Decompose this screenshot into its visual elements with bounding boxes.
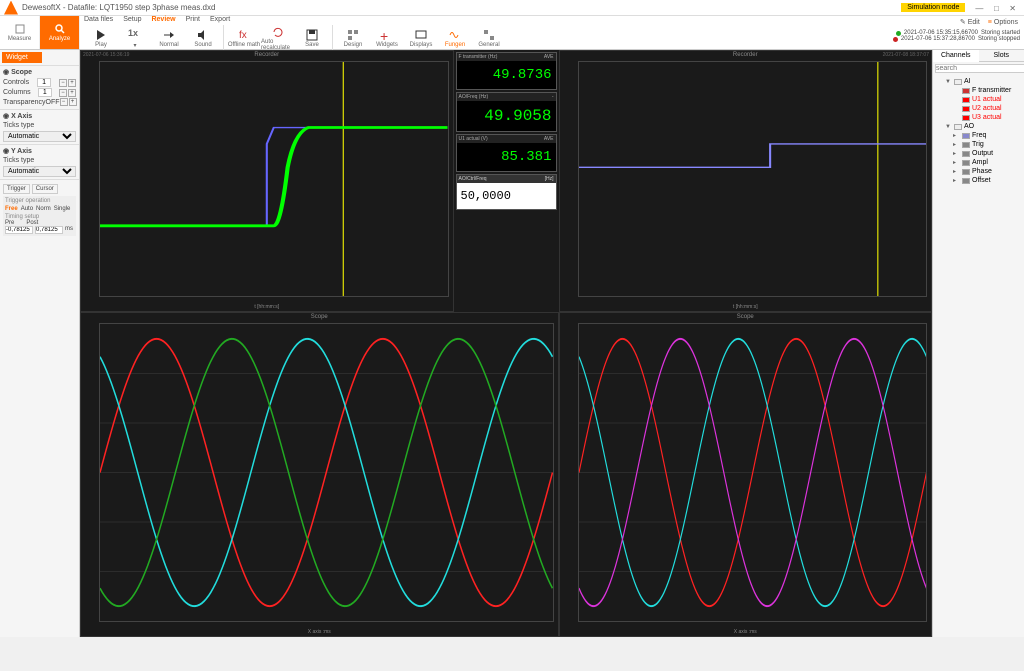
channel-panel: Channels Slots 🔍 ▾ ▼AIF transmitterU1 ac… <box>932 50 1024 637</box>
tab-measure[interactable]: Measure <box>0 16 40 49</box>
displays-button[interactable]: Displays <box>404 28 438 48</box>
speed-button[interactable]: 1x▾ <box>118 28 152 49</box>
left-panel: Widget ◉ Scope Controls−+ Columns−+ Tran… <box>0 50 80 637</box>
xaxis-header[interactable]: ◉ X Axis <box>3 112 76 120</box>
pre-input[interactable] <box>5 226 33 234</box>
subtab-setup[interactable]: Setup <box>123 16 141 27</box>
step-icon <box>162 28 176 42</box>
plus-icon: + <box>380 28 394 42</box>
general-button[interactable]: General <box>472 28 506 48</box>
scope-chart-2[interactable]: Scope X axis :ms <box>559 312 933 637</box>
recalc-icon <box>271 25 285 39</box>
tree-item[interactable]: F transmitter <box>935 86 1022 95</box>
tab-analyze[interactable]: Analyze <box>40 16 80 49</box>
window-controls: — □ ✕ <box>971 3 1020 13</box>
offline-math-button[interactable]: fxOffline math <box>227 28 261 48</box>
status-dot-started-icon <box>896 31 901 36</box>
options-button[interactable]: ≡ Options <box>988 16 1018 28</box>
search-input[interactable] <box>935 64 1024 73</box>
status-log: 2021-07-06 15:35:15,66700 Storing starte… <box>889 28 1024 44</box>
subtab-print[interactable]: Print <box>186 16 200 27</box>
chart-area: 2021-07-06 15:36:19 Recorder t [hh:mm:s]… <box>80 50 932 637</box>
math-icon: fx <box>237 28 251 42</box>
cursor-tab[interactable]: Cursor <box>32 184 58 194</box>
subtab-export[interactable]: Export <box>210 16 230 27</box>
trig-single[interactable]: Single <box>54 206 71 212</box>
play-button[interactable]: Play <box>84 28 118 48</box>
trans-plus[interactable]: + <box>69 98 77 106</box>
titlebar: DewesoftX - Datafile: LQT1950 step 3phas… <box>0 0 1024 16</box>
yaxis-header[interactable]: ◉ Y Axis <box>3 147 76 155</box>
controls-input[interactable] <box>37 78 51 87</box>
trans-minus[interactable]: − <box>60 98 68 106</box>
trigger-tab[interactable]: Trigger <box>3 184 30 194</box>
xaxis-ticks-select[interactable]: Automatic <box>3 131 76 142</box>
yaxis-ticks-select[interactable]: Automatic <box>3 166 76 177</box>
tree-item[interactable]: ▸Trig <box>935 140 1022 149</box>
sound-button[interactable]: Sound <box>186 28 220 48</box>
fungen-button[interactable]: Fungen <box>438 28 472 48</box>
tab-channels[interactable]: Channels <box>933 50 979 62</box>
app-logo-icon <box>4 1 18 15</box>
columns-plus[interactable]: + <box>68 89 76 97</box>
recorder-chart-1[interactable]: 2021-07-06 15:36:19 Recorder t [hh:mm:s] <box>80 50 454 312</box>
tree-item[interactable]: U1 actual <box>935 95 1022 104</box>
meter-ftransmitter[interactable]: F transmitter (Hz)AVE49.8736 <box>456 52 557 90</box>
tree-item[interactable]: ▸Ampl <box>935 158 1022 167</box>
controls-minus[interactable]: − <box>59 79 67 87</box>
recorder-chart-2[interactable]: Recorder 2021-07-08 18:37:07 t [hh:mm:s] <box>559 50 933 312</box>
scope-chart-1[interactable]: Scope X axis :ms <box>80 312 559 637</box>
tree-item[interactable]: ▸Phase <box>935 167 1022 176</box>
design-icon <box>346 28 360 42</box>
tree-item[interactable]: ▸Output <box>935 149 1022 158</box>
meter-u1actual[interactable]: U1 actual (V)AVE85.381 <box>456 134 557 172</box>
auto-recalc-button[interactable]: Auto recalculate <box>261 25 295 51</box>
tree-item[interactable]: U3 actual <box>935 113 1022 122</box>
svg-text:fx: fx <box>239 30 247 41</box>
subtab-datafiles[interactable]: Data files <box>84 16 113 27</box>
subtab-review[interactable]: Review <box>151 16 175 27</box>
meter-aofreq[interactable]: AO/Freq (Hz)-49.9058 <box>456 92 557 132</box>
tree-group[interactable]: ▼AO <box>935 122 1022 131</box>
play-icon <box>94 28 108 42</box>
trig-auto[interactable]: Auto <box>21 206 33 212</box>
trig-free[interactable]: Free <box>5 206 18 212</box>
tab-slots[interactable]: Slots <box>979 50 1024 61</box>
normal-button[interactable]: Normal <box>152 28 186 48</box>
wave-icon <box>448 28 462 42</box>
tree-item[interactable]: ▸Offset <box>935 176 1022 185</box>
post-input[interactable] <box>35 226 63 234</box>
minimize-button[interactable]: — <box>975 4 983 13</box>
tree-group[interactable]: ▼AI <box>935 77 1022 86</box>
trig-norm[interactable]: Norm <box>36 206 51 212</box>
status-dot-stopped-icon <box>893 37 898 42</box>
transparency-value: OFF <box>46 99 60 106</box>
measure-icon <box>14 23 26 35</box>
close-button[interactable]: ✕ <box>1009 4 1016 13</box>
widgets-button[interactable]: +Widgets <box>370 28 404 48</box>
columns-minus[interactable]: − <box>59 89 67 97</box>
widget-tab[interactable]: Widget <box>2 52 42 63</box>
simulation-badge: Simulation mode <box>901 3 965 12</box>
save-button[interactable]: Save <box>295 28 329 48</box>
search-icon <box>54 23 66 35</box>
displays-icon <box>414 28 428 42</box>
grid-icon <box>482 28 496 42</box>
meter-ctrlfreq[interactable]: AO/Ctrl/Freq[Hz]50,0000 <box>456 174 557 210</box>
scope-header[interactable]: ◉ Scope <box>3 68 76 76</box>
tree-item[interactable]: ▸Freq <box>935 131 1022 140</box>
maximize-button[interactable]: □ <box>994 4 999 13</box>
controls-plus[interactable]: + <box>68 79 76 87</box>
tree-item[interactable]: U2 actual <box>935 104 1022 113</box>
window-title: DewesoftX - Datafile: LQT1950 step 3phas… <box>22 3 901 12</box>
columns-input[interactable] <box>38 88 52 97</box>
save-icon <box>305 28 319 42</box>
sub-tabs: Data files Setup Review Print Export <box>80 16 889 27</box>
sound-icon <box>196 28 210 42</box>
design-button[interactable]: Design <box>336 28 370 48</box>
edit-button[interactable]: ✎ Edit <box>960 16 980 28</box>
